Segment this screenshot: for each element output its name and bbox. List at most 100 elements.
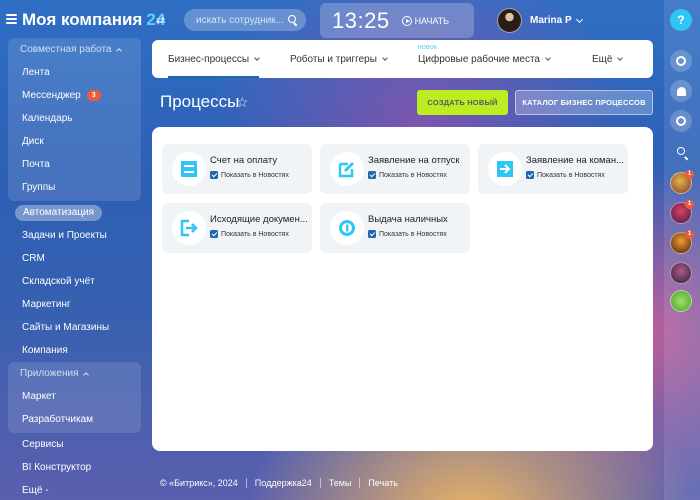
search-icon[interactable] — [670, 140, 692, 162]
user-menu[interactable]: Marina P — [497, 8, 583, 33]
checkbox-checked-icon[interactable] — [526, 171, 534, 179]
star-icon[interactable]: ☆ — [236, 94, 249, 111]
sidebar-item-marketing[interactable]: Маркетинг — [8, 293, 141, 316]
sidebar-item-tasks[interactable]: Задачи и Проекты — [8, 224, 141, 247]
footer-divider — [245, 478, 247, 488]
sidebar-item-drive[interactable]: Диск — [8, 130, 141, 153]
start-label: НАЧАТЬ — [414, 15, 450, 26]
clock-time: 13:25 — [332, 7, 390, 33]
sidebar-item-more[interactable]: Ещё - — [8, 479, 141, 500]
sidebar-item-messenger[interactable]: Мессенджер 3 — [8, 84, 141, 107]
process-name: Исходящие докумен... — [210, 214, 308, 225]
new-badge: НОВОЕ — [418, 45, 438, 51]
checkbox-checked-icon[interactable] — [368, 230, 376, 238]
process-name: Заявление на отпуск — [368, 155, 460, 166]
tab-robots-triggers[interactable]: Роботы и триггеры — [290, 40, 388, 78]
sidebar-item-feed[interactable]: Лента — [8, 61, 141, 84]
company-logo[interactable]: Моя компания 24 — [22, 10, 165, 30]
sidebar-item-sites[interactable]: Сайты и Магазины — [8, 316, 141, 339]
footer-divider — [359, 478, 361, 488]
chevron-down-icon — [545, 54, 551, 61]
process-name: Заявление на коман... — [526, 155, 624, 166]
sidebar-item-mail[interactable]: Почта — [8, 153, 141, 176]
process-card[interactable]: Счет на оплату Показать в Новостях — [162, 144, 312, 194]
sidebar-item-market[interactable]: Маркет — [8, 385, 141, 408]
catalog-button[interactable]: КАТАЛОГ БИЗНЕС ПРОЦЕССОВ — [515, 90, 653, 115]
business-trip-icon — [488, 152, 522, 186]
chevron-down-icon — [382, 54, 388, 61]
play-icon — [401, 15, 412, 26]
show-in-feed-checkbox[interactable]: Показать в Новостях — [210, 171, 289, 179]
avatar[interactable] — [670, 262, 692, 284]
chevron-up-icon — [82, 371, 89, 378]
sidebar-group-apps: Приложения Маркет Разработчикам — [8, 362, 141, 433]
page-title: Процессы — [160, 92, 240, 111]
logo-text: Моя компания — [22, 10, 143, 29]
chevron-down-icon — [617, 54, 624, 61]
show-in-feed-checkbox[interactable]: Показать в Новостях — [368, 171, 447, 179]
cash-icon — [330, 211, 364, 245]
user-name[interactable]: Marina P — [530, 15, 572, 26]
checkbox-checked-icon[interactable] — [368, 171, 376, 179]
footer-divider — [319, 478, 321, 488]
swap-icon[interactable]: ⇄ — [156, 14, 165, 27]
process-card[interactable]: Выдача наличных Показать в Новостях — [320, 203, 470, 253]
avatar[interactable] — [497, 8, 522, 33]
bell-icon[interactable] — [670, 80, 692, 102]
tab-more[interactable]: Ещё — [592, 40, 624, 78]
show-in-feed-checkbox[interactable]: Показать в Новостях — [368, 230, 447, 238]
sidebar-item-groups[interactable]: Группы — [8, 176, 141, 199]
chevron-down-icon — [254, 54, 260, 61]
search-input[interactable] — [196, 14, 286, 26]
avatar[interactable]: 1 — [670, 200, 694, 224]
search-icon[interactable] — [288, 15, 298, 25]
start-workday-button[interactable]: НАЧАТЬ — [401, 15, 450, 26]
workday-widget[interactable]: 13:25 НАЧАТЬ — [320, 3, 474, 38]
tab-digital-workplaces[interactable]: НОВОЕ Цифровые рабочие места — [418, 40, 551, 78]
sidebar-item-automation[interactable]: Автоматизация — [8, 201, 141, 224]
tab-business-processes[interactable]: Бизнес-процессы — [168, 40, 260, 78]
tab-bar: Бизнес-процессы Роботы и триггеры НОВОЕ Ц… — [152, 40, 653, 78]
copilot-icon[interactable] — [670, 50, 692, 72]
process-name: Счет на оплату — [210, 155, 278, 166]
print-link[interactable]: Печать — [368, 478, 397, 488]
checkbox-checked-icon[interactable] — [210, 171, 218, 179]
avatar[interactable]: 1 — [670, 170, 694, 194]
chevron-up-icon — [115, 47, 122, 54]
employee-search[interactable] — [184, 9, 306, 31]
sidebar-group-title[interactable]: Совместная работа — [8, 38, 141, 61]
sidebar-group-collaboration: Совместная работа Лента Мессенджер 3 Кале… — [8, 38, 141, 201]
support-link[interactable]: Поддержка24 — [255, 478, 312, 488]
sidebar-item-inventory[interactable]: Складской учёт — [8, 270, 141, 293]
avatar[interactable]: 1 — [670, 230, 694, 254]
menu-toggle-icon[interactable] — [6, 14, 17, 24]
right-rail: ? 1 1 1 — [664, 0, 700, 500]
avatar[interactable] — [670, 290, 692, 312]
sidebar-group-title[interactable]: Приложения — [8, 362, 141, 385]
left-sidebar: Совместная работа Лента Мессенджер 3 Кале… — [8, 38, 141, 500]
chat-icon[interactable] — [670, 110, 692, 132]
create-new-button[interactable]: СОЗДАТЬ НОВЫЙ — [417, 90, 508, 115]
sidebar-item-crm[interactable]: CRM — [8, 247, 141, 270]
help-icon[interactable]: ? — [670, 9, 692, 31]
sidebar-item-services[interactable]: Сервисы — [8, 433, 141, 456]
edit-document-icon — [330, 152, 364, 186]
process-name: Выдача наличных — [368, 214, 448, 225]
show-in-feed-checkbox[interactable]: Показать в Новостях — [210, 230, 289, 238]
copyright-text: © «Битрикс», 2024 — [160, 478, 238, 488]
checkbox-checked-icon[interactable] — [210, 230, 218, 238]
processes-panel: Счет на оплату Показать в Новостях Заявл… — [152, 127, 653, 451]
show-in-feed-checkbox[interactable]: Показать в Новостях — [526, 171, 605, 179]
sidebar-item-company[interactable]: Компания — [8, 339, 141, 362]
process-card[interactable]: Заявление на коман... Показать в Новостя… — [478, 144, 628, 194]
process-card[interactable]: Заявление на отпуск Показать в Новостях — [320, 144, 470, 194]
chevron-down-icon[interactable] — [575, 15, 583, 23]
unread-count-badge: 3 — [86, 90, 101, 101]
outgoing-documents-icon — [172, 211, 206, 245]
sidebar-item-developers[interactable]: Разработчикам — [8, 408, 141, 431]
sidebar-item-bi-builder[interactable]: BI Конструктор — [8, 456, 141, 479]
footer: © «Битрикс», 2024 Поддержка24 Темы Печат… — [160, 478, 398, 488]
sidebar-item-calendar[interactable]: Календарь — [8, 107, 141, 130]
themes-link[interactable]: Темы — [329, 478, 352, 488]
process-card[interactable]: Исходящие докумен... Показать в Новостях — [162, 203, 312, 253]
